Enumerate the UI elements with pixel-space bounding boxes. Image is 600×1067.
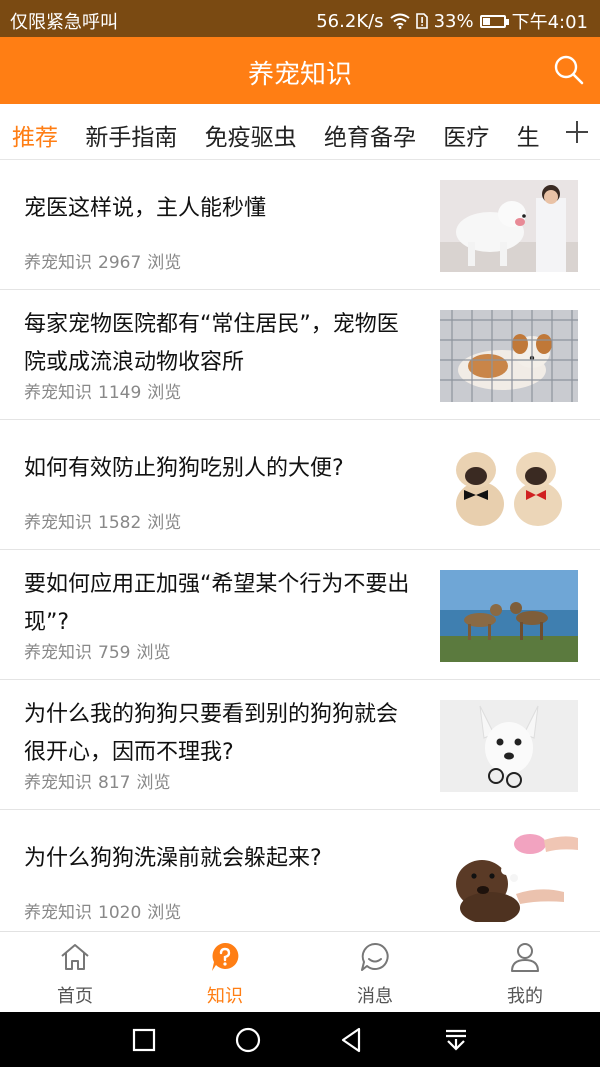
article-meta: 养宠知识 1020 浏览 — [24, 898, 187, 923]
bottom-nav: 首页 知识 消息 我的 — [0, 931, 600, 1012]
page-title: 养宠知识 — [247, 60, 352, 90]
home-circle-icon[interactable] — [233, 1025, 263, 1055]
article-meta: 养宠知识 1149 浏览 — [24, 378, 187, 403]
article-thumbnail-dog-in-cage — [440, 310, 578, 402]
status-bar: 仅限紧急呼叫 56.2K/s 33% 下午4:01 — [0, 0, 600, 37]
article-views: 759 — [98, 643, 131, 663]
article-thumbnail-brown-dog-bath — [440, 830, 578, 922]
article-title: 为什么我的狗狗只要看到别的狗狗就会很开心，因而不理我? — [24, 702, 399, 765]
article-title: 为什么狗狗洗澡前就会躲起来? — [24, 846, 322, 871]
chat-bubble-icon — [361, 942, 389, 971]
article-views: 1149 — [98, 383, 142, 403]
home-icon — [61, 944, 89, 970]
article-views: 1020 — [98, 903, 142, 923]
article-title: 每家宠物医院都有“常住居民”，宠物医院或成流浪动物收容所 — [24, 312, 399, 375]
article-source: 养宠知识 — [24, 513, 92, 533]
recent-apps-icon[interactable] — [129, 1025, 159, 1055]
tab-neuter-pregnancy[interactable]: 绝育备孕 — [324, 118, 416, 152]
battery-icon — [479, 14, 509, 28]
nav-knowledge-label: 知识 — [207, 986, 243, 1007]
tab-beginner-guide[interactable]: 新手指南 — [85, 118, 177, 152]
article-item[interactable]: 宠医这样说，主人能秒懂 养宠知识 2967 浏览 — [0, 160, 600, 290]
sim-alert-icon — [415, 13, 428, 29]
article-item[interactable]: 为什么狗狗洗澡前就会躲起来? 养宠知识 1020 浏览 — [0, 810, 600, 931]
article-views: 2967 — [98, 253, 142, 273]
article-views-unit: 浏览 — [147, 383, 182, 403]
tab-immunization-deworming[interactable]: 免疫驱虫 — [205, 118, 297, 152]
battery-level — [482, 17, 490, 25]
article-item[interactable]: 每家宠物医院都有“常住居民”，宠物医院或成流浪动物收容所 养宠知识 1149 浏览 — [0, 290, 600, 420]
article-meta: 养宠知识 759 浏览 — [24, 638, 176, 663]
article-source: 养宠知识 — [24, 253, 92, 273]
article-views-unit: 浏览 — [147, 513, 182, 533]
tab-recommended[interactable]: 推荐 — [12, 118, 58, 152]
article-source: 养宠知识 — [24, 773, 92, 793]
tab-life[interactable]: 生 — [517, 118, 540, 152]
article-views-unit: 浏览 — [147, 903, 182, 923]
article-thumbnail-chihuahua-with-glasses — [440, 700, 578, 792]
article-source: 养宠知识 — [24, 903, 92, 923]
article-views: 817 — [98, 773, 131, 793]
article-source: 养宠知识 — [24, 383, 92, 403]
article-views: 1582 — [98, 513, 142, 533]
article-item[interactable]: 如何有效防止狗狗吃别人的大便? 养宠知识 1582 浏览 — [0, 420, 600, 550]
question-bubble-icon — [212, 942, 239, 971]
article-views-unit: 浏览 — [136, 643, 171, 663]
article-source: 养宠知识 — [24, 643, 92, 663]
article-views-unit: 浏览 — [147, 253, 182, 273]
nav-knowledge[interactable]: 知识 — [150, 932, 300, 1013]
status-icons: 56.2K/s 33% 下午4:01 — [316, 8, 588, 34]
article-thumbnail-dogs-on-beach — [440, 570, 578, 662]
system-nav-bar — [0, 1012, 600, 1067]
app-header: 养宠知识 — [0, 37, 600, 104]
add-tab-icon[interactable] — [556, 104, 600, 159]
wifi-icon — [389, 13, 410, 29]
article-list: 宠医这样说，主人能秒懂 养宠知识 2967 浏览 每家宠物医院都有“常住居民”，宠物… — [0, 160, 600, 931]
clock: 下午4:01 — [511, 12, 588, 33]
article-meta: 养宠知识 1582 浏览 — [24, 508, 187, 533]
battery-percent: 33% — [433, 10, 474, 32]
category-tab-bar: 推荐 新手指南 免疫驱虫 绝育备孕 医疗 生 — [0, 104, 600, 160]
nav-home[interactable]: 首页 — [0, 932, 150, 1013]
article-item[interactable]: 为什么我的狗狗只要看到别的狗狗就会很开心，因而不理我? 养宠知识 817 浏览 — [0, 680, 600, 810]
article-title: 要如何应用正加强“希望某个行为不要出现”? — [24, 572, 410, 635]
nav-profile[interactable]: 我的 — [450, 932, 600, 1013]
notification-pulldown-icon[interactable] — [441, 1025, 471, 1055]
person-icon — [511, 943, 539, 972]
article-meta: 养宠知识 2967 浏览 — [24, 248, 187, 273]
article-title: 宠医这样说，主人能秒懂 — [24, 196, 267, 221]
article-thumbnail-two-pug-puppies — [440, 440, 578, 532]
article-thumbnail-white-dog-with-vet — [440, 180, 578, 272]
nav-profile-label: 我的 — [507, 986, 543, 1007]
tab-medical[interactable]: 医疗 — [443, 118, 489, 152]
article-views-unit: 浏览 — [136, 773, 171, 793]
nav-messages-label: 消息 — [357, 986, 393, 1007]
category-tabs: 推荐 新手指南 免疫驱虫 绝育备孕 医疗 生 — [12, 118, 560, 152]
nav-messages[interactable]: 消息 — [300, 932, 450, 1013]
article-title: 如何有效防止狗狗吃别人的大便? — [24, 456, 344, 481]
back-triangle-icon[interactable] — [337, 1025, 367, 1055]
carrier-text: 仅限紧急呼叫 — [10, 12, 118, 33]
nav-home-label: 首页 — [57, 986, 93, 1007]
article-meta: 养宠知识 817 浏览 — [24, 768, 176, 793]
article-item[interactable]: 要如何应用正加强“希望某个行为不要出现”? 养宠知识 759 浏览 — [0, 550, 600, 680]
network-speed: 56.2K/s — [316, 10, 384, 32]
search-icon[interactable] — [552, 53, 586, 87]
